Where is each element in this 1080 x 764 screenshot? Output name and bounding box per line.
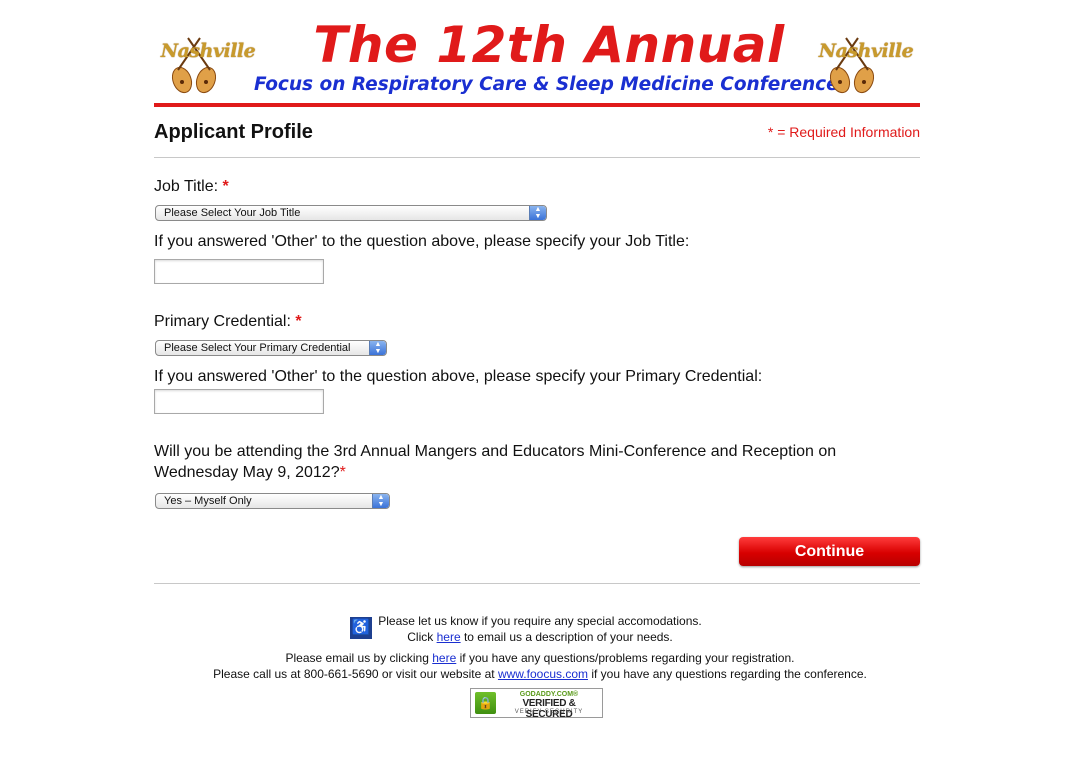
email-prefix: Please email us by clicking bbox=[285, 651, 429, 665]
seal-sub-text: VERIFY SECURITY bbox=[514, 709, 584, 715]
godaddy-verified-seal[interactable]: 🔒 GODADDY.COM® VERIFIED & SECURED VERIFY… bbox=[470, 688, 603, 720]
continue-button[interactable]: Continue bbox=[739, 537, 920, 566]
header-divider bbox=[154, 103, 920, 107]
mini-conference-question-line2-wrap: Wednesday May 9, 2012?* bbox=[154, 462, 836, 483]
conference-title: The 12th Annual bbox=[313, 16, 785, 74]
conference-subtitle: Focus on Respiratory Care & Sleep Medici… bbox=[254, 74, 839, 95]
registration-email-link[interactable]: here bbox=[432, 651, 456, 665]
accommodations-text: Please let us know if you require any sp… bbox=[378, 614, 702, 628]
accommodations-email-line: Click here to email us a description of … bbox=[0, 630, 1080, 644]
required-marker: * bbox=[295, 313, 302, 330]
lock-icon: 🔒 bbox=[475, 692, 496, 714]
updown-arrows-icon: ▲ ▼ bbox=[369, 341, 386, 355]
seal-top-text: GODADDY.COM® bbox=[519, 691, 579, 698]
job-title-select[interactable]: Please Select Your Job Title ▲ ▼ bbox=[155, 205, 547, 221]
click-prefix: Click bbox=[407, 630, 434, 644]
logo-text: Nashville bbox=[818, 40, 914, 62]
accommodations-email-link[interactable]: here bbox=[437, 630, 461, 644]
website-link[interactable]: www.foocus.com bbox=[498, 667, 588, 681]
mini-conference-select[interactable]: Yes – Myself Only ▲ ▼ bbox=[155, 493, 390, 509]
job-title-selected-value: Please Select Your Job Title bbox=[164, 207, 301, 219]
mini-conference-question: Will you be attending the 3rd Annual Man… bbox=[154, 441, 836, 483]
mini-conference-question-line2: Wednesday May 9, 2012? bbox=[154, 464, 340, 481]
primary-credential-selected-value: Please Select Your Primary Credential bbox=[164, 342, 351, 354]
job-title-label-text: Job Title: bbox=[154, 178, 219, 195]
updown-arrows-icon: ▲ ▼ bbox=[529, 206, 546, 220]
call-prefix: Please call us at 800-661-5690 or visit … bbox=[213, 667, 495, 681]
mini-conference-question-line1: Will you be attending the 3rd Annual Man… bbox=[154, 443, 837, 460]
nashville-logo-left: Nashville bbox=[156, 30, 256, 106]
logo-text: Nashville bbox=[160, 40, 256, 62]
primary-credential-other-prompt: If you answered 'Other' to the question … bbox=[154, 368, 763, 385]
registration-email-line: Please email us by clicking here if you … bbox=[0, 651, 1080, 665]
mini-conference-selected-value: Yes – Myself Only bbox=[164, 495, 252, 507]
primary-credential-label: Primary Credential: * bbox=[154, 311, 302, 332]
primary-credential-label-text: Primary Credential: bbox=[154, 313, 291, 330]
job-title-other-prompt: If you answered 'Other' to the question … bbox=[154, 233, 690, 250]
contact-line: Please call us at 800-661-5690 or visit … bbox=[0, 667, 1080, 681]
primary-credential-select[interactable]: Please Select Your Primary Credential ▲ ▼ bbox=[155, 340, 387, 356]
job-title-other-input[interactable] bbox=[154, 259, 324, 284]
required-info-note: * = Required Information bbox=[767, 124, 920, 140]
job-title-label: Job Title: * bbox=[154, 176, 229, 197]
page-title: Applicant Profile bbox=[154, 121, 313, 143]
required-marker: * bbox=[339, 464, 346, 481]
footer-divider bbox=[154, 583, 920, 584]
click-suffix: to email us a description of your needs. bbox=[463, 630, 673, 644]
primary-credential-other-input[interactable] bbox=[154, 389, 324, 414]
required-marker: * bbox=[222, 178, 229, 195]
call-suffix: if you have any questions regarding the … bbox=[591, 667, 867, 681]
nashville-logo-right: Nashville bbox=[814, 30, 914, 106]
conference-banner: Nashville The 12th Annual Focus on Respi… bbox=[154, 14, 920, 106]
updown-arrows-icon: ▲ ▼ bbox=[372, 494, 389, 508]
email-suffix: if you have any questions/problems regar… bbox=[459, 651, 795, 665]
section-divider bbox=[154, 157, 920, 158]
